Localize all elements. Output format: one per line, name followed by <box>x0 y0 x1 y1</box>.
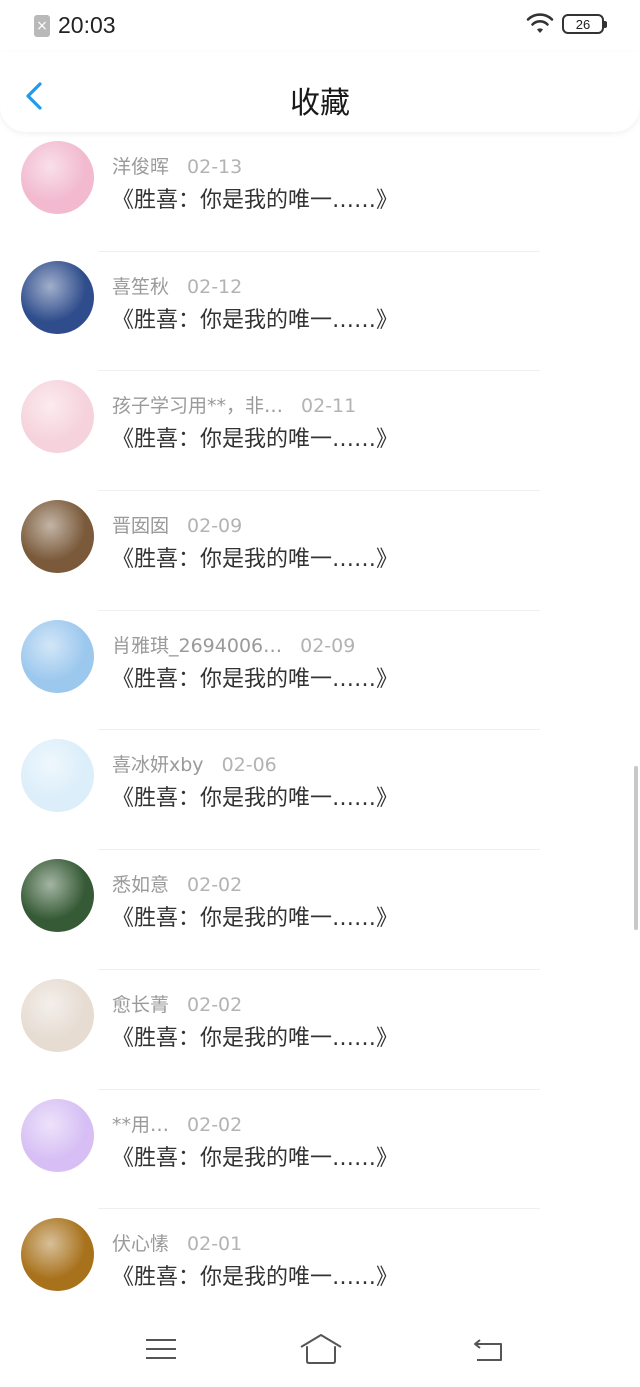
system-nav-bar <box>0 1308 640 1387</box>
item-date: 02-02 <box>187 1113 243 1136</box>
user-name: 洋俊晖 <box>112 156 170 178</box>
item-date: 02-02 <box>187 874 243 897</box>
wifi-icon <box>526 13 554 33</box>
item-meta: 愈长菁 02-02 <box>112 990 242 1017</box>
user-name: 晋囡囡 <box>112 515 170 538</box>
item-content: 《胜喜：你是我的唯一……》 <box>112 1025 399 1051</box>
home-icon[interactable] <box>298 1332 344 1366</box>
user-name: 肖雅琪_2694006… <box>112 634 283 657</box>
avatar[interactable] <box>21 141 94 214</box>
page-title: 收藏 <box>290 86 350 121</box>
avatar[interactable] <box>21 500 94 574</box>
item-content: 《胜喜：你是我的唯一……》 <box>112 307 399 333</box>
user-name: **用… <box>112 1113 170 1136</box>
status-bar: 20:03 26 <box>0 0 640 52</box>
item-meta: **用… 02-02 <box>112 1110 242 1137</box>
return-icon[interactable] <box>468 1332 508 1366</box>
avatar[interactable] <box>21 619 94 693</box>
item-content: 《胜喜：你是我的唯一……》 <box>112 786 399 812</box>
menu-icon[interactable] <box>141 1332 181 1366</box>
item-meta: 喜笙秋 02-12 <box>112 272 242 299</box>
item-date: 02-01 <box>187 1233 243 1256</box>
status-left: 20:03 <box>34 12 116 39</box>
item-date: 02-11 <box>301 395 357 418</box>
list-item[interactable]: 晋囡囡 02-09 《胜喜：你是我的唯一……》 <box>0 491 640 611</box>
list-item[interactable]: 悉如意 02-02 《胜喜：你是我的唯一……》 <box>0 850 640 970</box>
battery-indicator: 26 <box>562 14 607 34</box>
item-meta: 晋囡囡 02-09 <box>112 511 242 538</box>
item-date: 02-13 <box>187 156 243 178</box>
avatar[interactable] <box>21 739 94 813</box>
user-name: 喜笙秋 <box>112 275 170 298</box>
list-item[interactable]: 愈长菁 02-02 《胜喜：你是我的唯一……》 <box>0 970 640 1090</box>
item-content: 《胜喜：你是我的唯一……》 <box>112 1265 399 1291</box>
item-date: 02-09 <box>300 634 356 657</box>
avatar[interactable] <box>21 1098 94 1172</box>
item-meta: 肖雅琪_2694006… 02-09 <box>112 631 355 658</box>
nav-bar: 收藏 <box>0 52 640 132</box>
item-content: 《胜喜：你是我的唯一……》 <box>112 427 399 453</box>
avatar[interactable] <box>21 978 94 1052</box>
user-name: 悉如意 <box>112 874 170 897</box>
item-date: 02-09 <box>187 515 243 538</box>
item-meta: 喜冰妍xby 02-06 <box>112 750 277 777</box>
item-date: 02-12 <box>187 275 243 298</box>
no-sim-icon <box>34 14 50 37</box>
avatar[interactable] <box>21 260 94 334</box>
user-name: 孩子学习用**，非… <box>112 395 284 418</box>
list-item[interactable]: 喜笙秋 02-12 《胜喜：你是我的唯一……》 <box>0 252 640 372</box>
item-meta: 伏心愫 02-01 <box>112 1229 242 1256</box>
favorites-list: 洋俊晖 02-13 《胜喜：你是我的唯一……》 喜笙秋 02-12 《胜喜：你是我的唯一…… <box>0 132 640 1329</box>
item-content: 《胜喜：你是我的唯一……》 <box>112 1145 399 1171</box>
item-date: 02-02 <box>187 993 243 1016</box>
item-meta: 孩子学习用**，非… 02-11 <box>112 391 356 418</box>
item-date: 02-06 <box>221 754 277 777</box>
item-content: 《胜喜：你是我的唯一……》 <box>112 906 399 932</box>
list-item[interactable]: **用… 02-02 《胜喜：你是我的唯一……》 <box>0 1090 640 1210</box>
list-item[interactable]: 孩子学习用**，非… 02-11 《胜喜：你是我的唯一……》 <box>0 371 640 492</box>
status-time: 20:03 <box>58 12 116 38</box>
item-content: 《胜喜：你是我的唯一……》 <box>112 547 399 573</box>
list-item[interactable]: 肖雅琪_2694006… 02-09 《胜喜：你是我的唯一……》 <box>0 611 640 731</box>
item-meta: 洋俊晖 02-13 <box>112 152 242 179</box>
item-meta: 悉如意 02-02 <box>112 870 242 897</box>
user-name: 愈长菁 <box>112 993 170 1016</box>
avatar[interactable] <box>21 859 94 933</box>
avatar[interactable] <box>21 1218 94 1292</box>
item-content: 《胜喜：你是我的唯一……》 <box>112 666 399 692</box>
user-name: 喜冰妍xby <box>112 754 204 777</box>
scrollbar[interactable] <box>634 766 638 930</box>
list-item[interactable]: 喜冰妍xby 02-06 《胜喜：你是我的唯一……》 <box>0 730 640 851</box>
avatar[interactable] <box>21 380 94 454</box>
user-name: 伏心愫 <box>112 1233 170 1256</box>
list-item[interactable]: 洋俊晖 02-13 《胜喜：你是我的唯一……》 <box>0 132 640 252</box>
status-right: 26 <box>526 13 607 35</box>
item-content: 《胜喜：你是我的唯一……》 <box>112 188 399 213</box>
